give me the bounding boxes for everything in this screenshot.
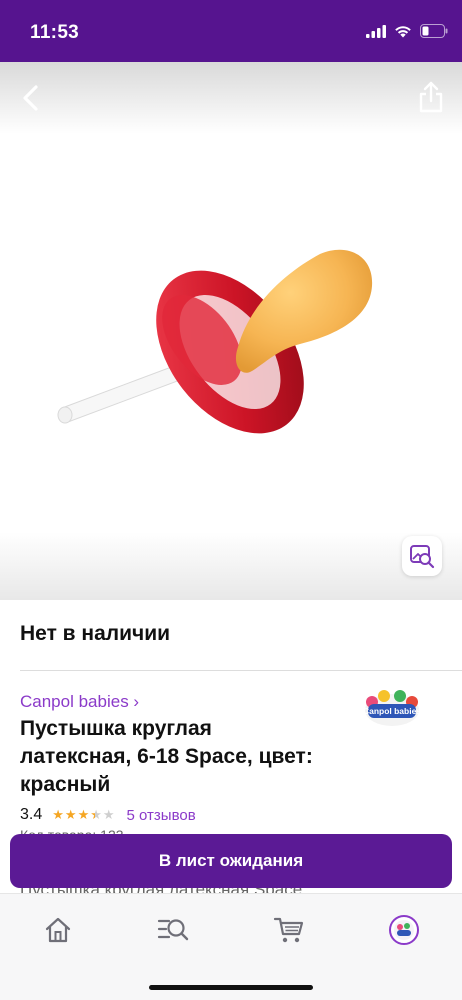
star-icon: ★: [77, 807, 90, 822]
wifi-icon: [395, 25, 411, 37]
profile-avatar: [389, 915, 419, 945]
product-image: [57, 249, 373, 434]
brand-logo-text: Canpol babies: [363, 706, 421, 716]
back-button[interactable]: [16, 82, 48, 114]
star-icon: ★: [64, 807, 77, 822]
rating-stars: ★ ★ ★ ★ ★: [52, 808, 114, 822]
status-icons: [366, 24, 448, 38]
tab-bar: [0, 893, 462, 1000]
battery-icon: [420, 24, 448, 38]
rating-row: 3.4 ★ ★ ★ ★ ★ 5 отзывов: [20, 806, 196, 824]
share-button[interactable]: [416, 80, 446, 114]
star-icon: ★: [90, 807, 102, 822]
catalog-search-icon: [157, 919, 189, 941]
brand-logo[interactable]: Canpol babies: [362, 688, 422, 730]
stock-status: Нет в наличии: [20, 622, 171, 645]
star-icon: ★: [102, 807, 115, 822]
avatar-image: [394, 920, 414, 940]
product-title: Пустышка круглая латексная, 6-18 Space, …: [20, 717, 313, 796]
waitlist-button[interactable]: В лист ожидания: [10, 834, 452, 888]
cart-icon: [273, 917, 304, 943]
tab-catalog[interactable]: [157, 914, 189, 946]
tab-profile[interactable]: [388, 914, 420, 946]
back-arrow-icon: [23, 85, 38, 111]
tab-cart[interactable]: [273, 914, 305, 946]
waitlist-button-label: В лист ожидания: [158, 851, 304, 870]
share-icon: [419, 81, 443, 113]
reviews-link[interactable]: 5 отзывов: [127, 807, 196, 824]
divider: [20, 670, 462, 671]
home-indicator: [149, 985, 313, 990]
star-icon: ★: [52, 807, 64, 822]
product-gallery[interactable]: [0, 62, 462, 600]
rating-value: 3.4: [20, 806, 43, 823]
signal-icon: [366, 24, 386, 38]
brand-link[interactable]: Canpol babies ›: [20, 692, 139, 712]
visual-search-icon: [410, 545, 435, 569]
tab-home[interactable]: [42, 914, 74, 946]
status-time: 11:53: [30, 22, 80, 43]
visual-search-button[interactable]: [402, 536, 442, 576]
home-icon: [45, 917, 71, 943]
status-bar: 11:53: [0, 0, 462, 62]
